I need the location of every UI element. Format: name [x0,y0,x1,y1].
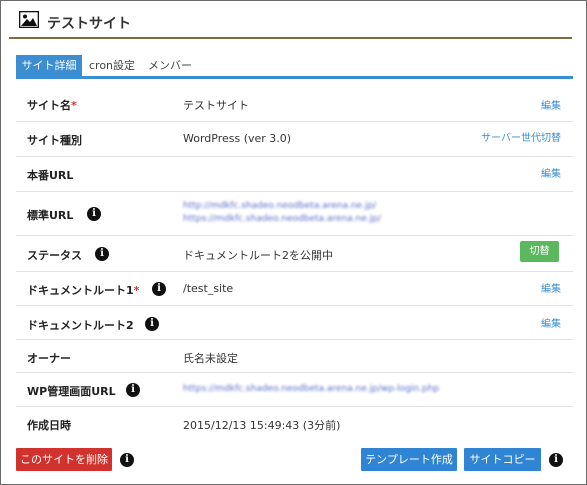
edit-production-url-link[interactable]: 編集 [541,165,561,180]
owner-label: オーナー [27,352,71,365]
standard-url-https-link[interactable]: https://mdkfc.shadeo.neodbeta.arena.ne.j… [183,214,381,224]
production-url-label: 本番URL [27,169,74,182]
row-site-type: サイト種別 WordPress (ver 3.0) サーバー世代切替 [16,122,573,157]
tab-members[interactable]: メンバー [142,55,198,76]
wp-admin-url-link[interactable]: https://mdkfc.shadeo.neodbeta.arena.ne.j… [183,384,439,394]
owner-value: 氏名未設定 [183,352,238,365]
site-name-label: サイト名* [27,99,77,112]
row-production-url: 本番URL 編集 [16,157,573,192]
wp-admin-url-label: WP管理画面URL [27,385,116,398]
edit-docroot2-link[interactable]: 編集 [541,315,561,330]
info-icon[interactable]: i [152,282,166,296]
standard-url-label: 標準URL [27,209,74,222]
standard-url-http-link[interactable]: http://mdkfc.shadeo.neodbeta.arena.ne.jp… [183,201,376,211]
docroot1-value: /test_site [183,282,234,295]
tab-site-detail[interactable]: サイト詳細 [16,55,82,76]
docroot2-label: ドキュメントルート2 [27,319,134,332]
row-wp-admin-url: WP管理画面URL i https://mdkfc.shadeo.neodbet… [16,373,573,407]
created-at-label: 作成日時 [27,419,71,432]
row-docroot1: ドキュメントルート1* i /test_site 編集 [16,272,573,306]
site-type-label: サイト種別 [27,134,82,147]
row-status: ステータス i ドキュメントルート2を公開中 切替 [16,236,573,272]
docroot1-label: ドキュメントルート1* [27,284,140,297]
row-docroot2: ドキュメントルート2 i 編集 [16,306,573,340]
info-icon[interactable]: i [87,207,101,221]
delete-site-button[interactable]: このサイトを削除 [16,448,112,471]
info-icon[interactable]: i [126,383,140,397]
tab-cron-settings[interactable]: cron設定 [86,55,138,76]
switch-server-generation-link[interactable]: サーバー世代切替 [481,129,561,144]
create-template-button[interactable]: テンプレート作成 [361,448,457,471]
row-created-at: 作成日時 2015/12/13 15:49:43 (3分前) [16,407,573,440]
tab-bar: サイト詳細 cron設定 メンバー [16,55,573,79]
row-standard-url: 標準URL i http://mdkfc.shadeo.neodbeta.are… [16,192,573,236]
row-site-name: サイト名* テストサイト 編集 [16,86,573,122]
info-icon[interactable]: i [95,247,109,261]
info-icon[interactable]: i [549,453,563,467]
created-at-value: 2015/12/13 15:49:43 (3分前) [183,419,341,432]
site-name-value: テストサイト [183,99,249,112]
site-detail-panel: テストサイト サイト詳細 cron設定 メンバー サイト名* テストサイト 編集… [0,0,587,485]
info-icon[interactable]: i [120,453,134,467]
edit-site-name-link[interactable]: 編集 [541,97,561,112]
status-switch-button[interactable]: 切替 [520,241,559,262]
required-mark: * [71,99,77,112]
status-value: ドキュメントルート2を公開中 [183,249,333,262]
required-mark: * [133,284,140,297]
info-icon[interactable]: i [145,317,159,331]
panel-header: テストサイト [9,7,572,39]
row-owner: オーナー 氏名未設定 [16,340,573,373]
site-type-value: WordPress (ver 3.0) [183,132,292,145]
page-title: テストサイト [47,16,131,32]
status-label: ステータス [27,249,82,262]
picture-icon [19,11,39,28]
edit-docroot1-link[interactable]: 編集 [541,280,561,295]
copy-site-button[interactable]: サイトコピー [464,448,541,471]
